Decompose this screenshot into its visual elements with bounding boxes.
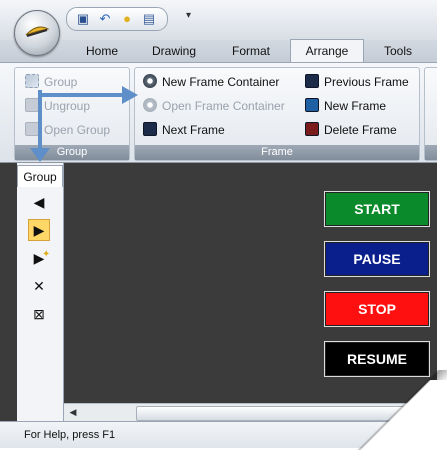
- previous-icon[interactable]: ◀: [28, 191, 50, 213]
- ungroup-icon: [25, 98, 39, 112]
- tab-tools[interactable]: Tools: [376, 41, 420, 61]
- tab-format[interactable]: Format: [224, 41, 278, 61]
- delete-frame-label: Delete Frame: [324, 123, 397, 137]
- ribbon-panel: Group Ungroup Open Group Group New Frame…: [0, 62, 437, 163]
- ungroup-button[interactable]: Ungroup: [25, 96, 90, 116]
- tab-drawing[interactable]: Drawing: [144, 41, 204, 61]
- start-button[interactable]: START: [324, 191, 430, 227]
- status-text: For Help, press F1: [24, 429, 116, 441]
- group-panel: Group ◀ ▶ ▶ ✦ ✕ ⊠: [17, 163, 64, 421]
- star-icon: ✦: [42, 249, 51, 260]
- pause-button-label: PAUSE: [353, 251, 401, 267]
- callout-arrow-vertical: [38, 90, 42, 154]
- design-canvas[interactable]: START PAUSE STOP RESUME: [64, 163, 437, 403]
- delete-frame-icon: [305, 122, 319, 136]
- quick-access-toolbar: ▣ ↶ ● ▤: [66, 7, 168, 31]
- group-button-label: Group: [44, 75, 78, 89]
- stop-button[interactable]: STOP: [324, 291, 430, 327]
- next-group-label: [425, 145, 437, 160]
- close-icon[interactable]: ✕: [28, 275, 50, 297]
- preview-icon[interactable]: ▤: [141, 11, 157, 27]
- previous-frame-label: Previous Frame: [324, 75, 409, 89]
- next-frame-button[interactable]: Next Frame: [143, 120, 225, 140]
- save-icon[interactable]: ▣: [75, 11, 91, 27]
- lightbulb-icon[interactable]: ●: [119, 11, 135, 27]
- pause-button[interactable]: PAUSE: [324, 241, 430, 277]
- new-frame-label: New Frame: [324, 99, 387, 113]
- group-panel-tab[interactable]: Group: [17, 165, 63, 187]
- new-frame-button[interactable]: New Frame: [305, 96, 386, 116]
- open-frame-container-button[interactable]: Open Frame Container: [143, 96, 285, 116]
- next-frame-icon: [143, 122, 157, 136]
- scroll-left-icon[interactable]: ◀: [66, 406, 80, 419]
- next-frame-label: Next Frame: [162, 123, 225, 137]
- group-icon: [25, 74, 39, 88]
- open-frame-container-label: Open Frame Container: [162, 99, 285, 113]
- arrow-right-icon: [122, 86, 138, 104]
- application-menu-button[interactable]: [14, 10, 60, 56]
- delete-frame-button[interactable]: Delete Frame: [305, 120, 397, 140]
- tab-arrange[interactable]: Arrange: [290, 39, 364, 63]
- new-frame-container-label: New Frame Container: [162, 75, 280, 89]
- next-ribbon-group: [424, 67, 437, 161]
- new-frame-icon: [305, 98, 319, 112]
- app-logo-icon: [25, 26, 50, 37]
- customize-toolbar-icon[interactable]: ▾: [186, 10, 191, 21]
- group-button[interactable]: Group: [25, 72, 77, 92]
- start-button-label: START: [354, 201, 400, 217]
- ungroup-button-label: Ungroup: [44, 99, 91, 113]
- open-group-button-label: Open Group: [44, 123, 111, 137]
- delete-box-icon[interactable]: ⊠: [28, 303, 50, 325]
- title-bar: ▣ ↶ ● ▤ ▾: [0, 0, 437, 56]
- frame-group: New Frame Container Open Frame Container…: [134, 67, 420, 161]
- gear-icon: [143, 98, 157, 112]
- resume-button-label: RESUME: [347, 351, 407, 367]
- new-frame-container-button[interactable]: New Frame Container: [143, 72, 279, 92]
- ribbon-tabs: Home Drawing Format Arrange Tools: [0, 39, 437, 63]
- frame-group-label: Frame: [135, 145, 419, 160]
- open-group-icon: [25, 122, 39, 136]
- gear-icon: [143, 74, 157, 88]
- callout-arrow-horizontal: [38, 93, 128, 97]
- page-curl: [330, 380, 447, 470]
- undo-icon[interactable]: ↶: [97, 11, 113, 27]
- group-group: Group Ungroup Open Group Group: [14, 67, 130, 161]
- play-icon[interactable]: ▶: [28, 219, 50, 241]
- play-new-icon[interactable]: ▶ ✦: [28, 247, 51, 269]
- previous-frame-button[interactable]: Previous Frame: [305, 72, 409, 92]
- previous-frame-icon: [305, 74, 319, 88]
- stop-button-label: STOP: [358, 301, 396, 317]
- tab-home[interactable]: Home: [80, 41, 124, 61]
- arrow-down-icon: [30, 148, 50, 162]
